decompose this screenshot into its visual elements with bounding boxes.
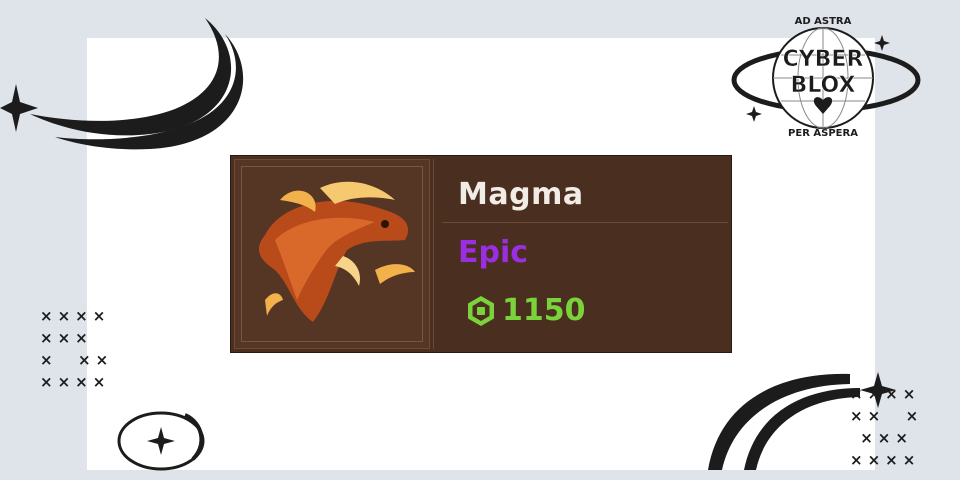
- item-thumbnail: [234, 159, 430, 349]
- sparkle-ring-decoration: [117, 411, 205, 471]
- price-row: 1150: [464, 293, 586, 328]
- item-rarity: Epic: [458, 235, 529, 270]
- crescent-sparkle-decoration: [0, 18, 244, 150]
- cyberblox-logo: AD ASTRA CYBER BLOX PER ASPERA: [731, 16, 921, 139]
- x-pattern-decoration: ×××× ××× × ×× ××××: [40, 307, 114, 391]
- robux-icon: [468, 295, 494, 326]
- card-divider: [433, 159, 434, 349]
- name-separator: [442, 222, 728, 223]
- logo-top-text: AD ASTRA: [795, 16, 852, 27]
- x-pattern-decoration: ×××× ×× × ××× ××××: [850, 385, 924, 469]
- item-name: Magma: [458, 177, 584, 212]
- logo-line1: CYBER: [783, 47, 864, 72]
- item-card[interactable]: Magma Epic 1150: [230, 155, 732, 353]
- logo-line2: BLOX: [791, 73, 856, 98]
- magma-dragon-icon: [258, 181, 415, 322]
- logo-bottom-text: PER ASPERA: [788, 128, 858, 139]
- item-price: 1150: [502, 293, 586, 328]
